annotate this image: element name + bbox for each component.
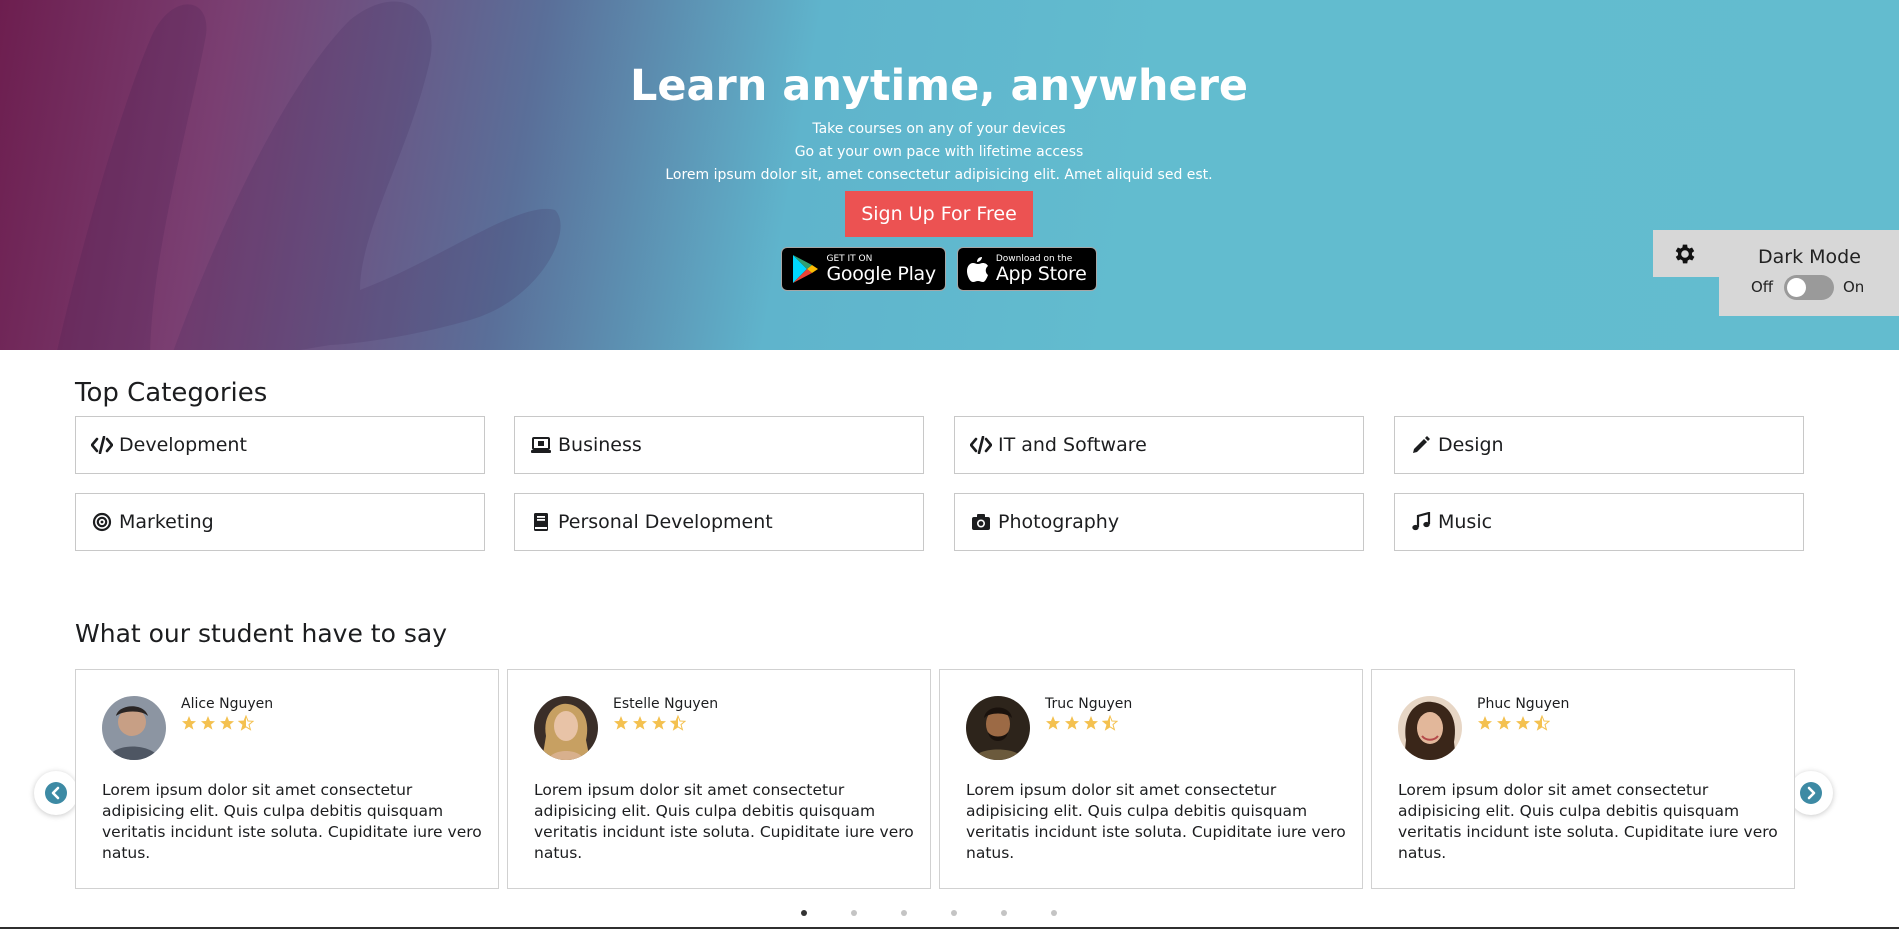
category-development[interactable]: Development [75,416,485,474]
carousel-dot[interactable] [851,910,857,916]
music-note-icon [1410,511,1432,533]
testimonial-text: Lorem ipsum dolor sit amet consectetur a… [102,781,482,862]
star-icon [1516,716,1530,730]
hero-content: Learn anytime, anywhere Take courses on … [0,0,1878,291]
testimonial-card: Estelle Nguyen Lorem ipsum dolor sit ame… [507,669,931,889]
star-icon [1046,716,1060,730]
category-label: Music [1438,511,1493,533]
apple-icon [966,256,988,282]
camera-icon [970,511,992,533]
app-store-big-text: App Store [995,263,1087,285]
testimonial-card: Truc Nguyen Lorem ipsum dolor sit amet c… [939,669,1363,889]
star-icon [201,716,215,730]
avatar [102,696,166,760]
rating-stars [1045,715,1118,731]
gear-icon[interactable] [1672,241,1698,267]
star-icon [1478,716,1492,730]
star-half-icon [238,715,254,731]
star-icon [220,716,234,730]
star-icon [1065,716,1079,730]
star-icon [614,716,628,730]
star-icon [633,716,647,730]
category-label: Marketing [119,511,214,533]
chevron-left-icon [45,782,67,804]
star-icon [652,716,666,730]
avatar [534,696,598,760]
dark-mode-title: Dark Mode [1758,246,1861,268]
book-icon [530,511,552,533]
testimonials-title: What our student have to say [75,619,447,648]
dark-mode-off-label: Off [1751,278,1774,296]
category-photography[interactable]: Photography [954,493,1364,551]
category-label: Development [119,434,247,456]
carousel-dot[interactable] [1001,910,1007,916]
testimonial-text: Lorem ipsum dolor sit amet consectetur a… [534,781,914,862]
carousel-dot[interactable] [951,910,957,916]
google-play-big-text: Google Play [826,263,936,285]
star-icon [1497,716,1511,730]
hero-line-lorem: Lorem ipsum dolor sit, amet consectetur … [665,167,1213,183]
category-marketing[interactable]: Marketing [75,493,485,551]
student-name: Truc Nguyen [1045,696,1133,712]
category-label: Personal Development [558,511,773,533]
code-icon [970,434,992,456]
star-half-icon [1534,715,1550,731]
store-badges: GET IT ON Google Play Download on the Ap… [0,247,1878,291]
hero-banner: Learn anytime, anywhere Take courses on … [0,0,1899,350]
avatar [966,696,1030,760]
testimonial-card: Alice Nguyen Lorem ipsum dolor sit amet … [75,669,499,889]
chevron-right-icon [1800,782,1822,804]
carousel-prev-button[interactable] [34,771,78,815]
toggle-knob [1787,278,1806,297]
sign-up-button[interactable]: Sign Up For Free [845,191,1033,237]
rating-stars [1477,715,1550,731]
testimonial-text: Lorem ipsum dolor sit amet consectetur a… [966,781,1346,862]
category-personal-development[interactable]: Personal Development [514,493,924,551]
dark-mode-toggle[interactable] [1784,275,1834,300]
rating-stars [181,715,254,731]
star-half-icon [670,715,686,731]
carousel-dot[interactable] [901,910,907,916]
star-icon [182,716,196,730]
hero-line-pace: Go at your own pace with lifetime access [794,144,1084,160]
app-store-badge[interactable]: Download on the App Store [956,247,1097,291]
student-name: Estelle Nguyen [613,696,719,712]
category-music[interactable]: Music [1394,493,1804,551]
student-name: Alice Nguyen [181,696,274,712]
code-icon [91,434,113,456]
category-design[interactable]: Design [1394,416,1804,474]
category-label: IT and Software [998,434,1147,456]
carousel-dot[interactable] [801,910,807,916]
category-it-software[interactable]: IT and Software [954,416,1364,474]
category-business[interactable]: Business [514,416,924,474]
dark-mode-on-label: On [1843,278,1865,296]
avatar [1398,696,1462,760]
star-icon [1084,716,1098,730]
category-label: Photography [998,511,1120,533]
google-play-badge[interactable]: GET IT ON Google Play [781,247,946,291]
carousel-next-button[interactable] [1789,771,1833,815]
student-name: Phuc Nguyen [1477,696,1570,712]
testimonial-card: Phuc Nguyen Lorem ipsum dolor sit amet c… [1371,669,1795,889]
carousel-pagination [0,910,1899,920]
category-label: Business [558,434,642,456]
hero-line-devices: Take courses on any of your devices [812,121,1066,137]
testimonial-text: Lorem ipsum dolor sit amet consectetur a… [1398,781,1778,862]
pencil-icon [1410,434,1432,456]
google-play-icon [793,255,819,283]
rating-stars [613,715,686,731]
hero-title: Learn anytime, anywhere [629,61,1249,111]
star-half-icon [1102,715,1118,731]
category-label: Design [1438,434,1504,456]
carousel-dot[interactable] [1051,910,1057,916]
top-categories-title: Top Categories [75,378,268,408]
laptop-icon [530,434,552,456]
bullseye-icon [91,511,113,533]
